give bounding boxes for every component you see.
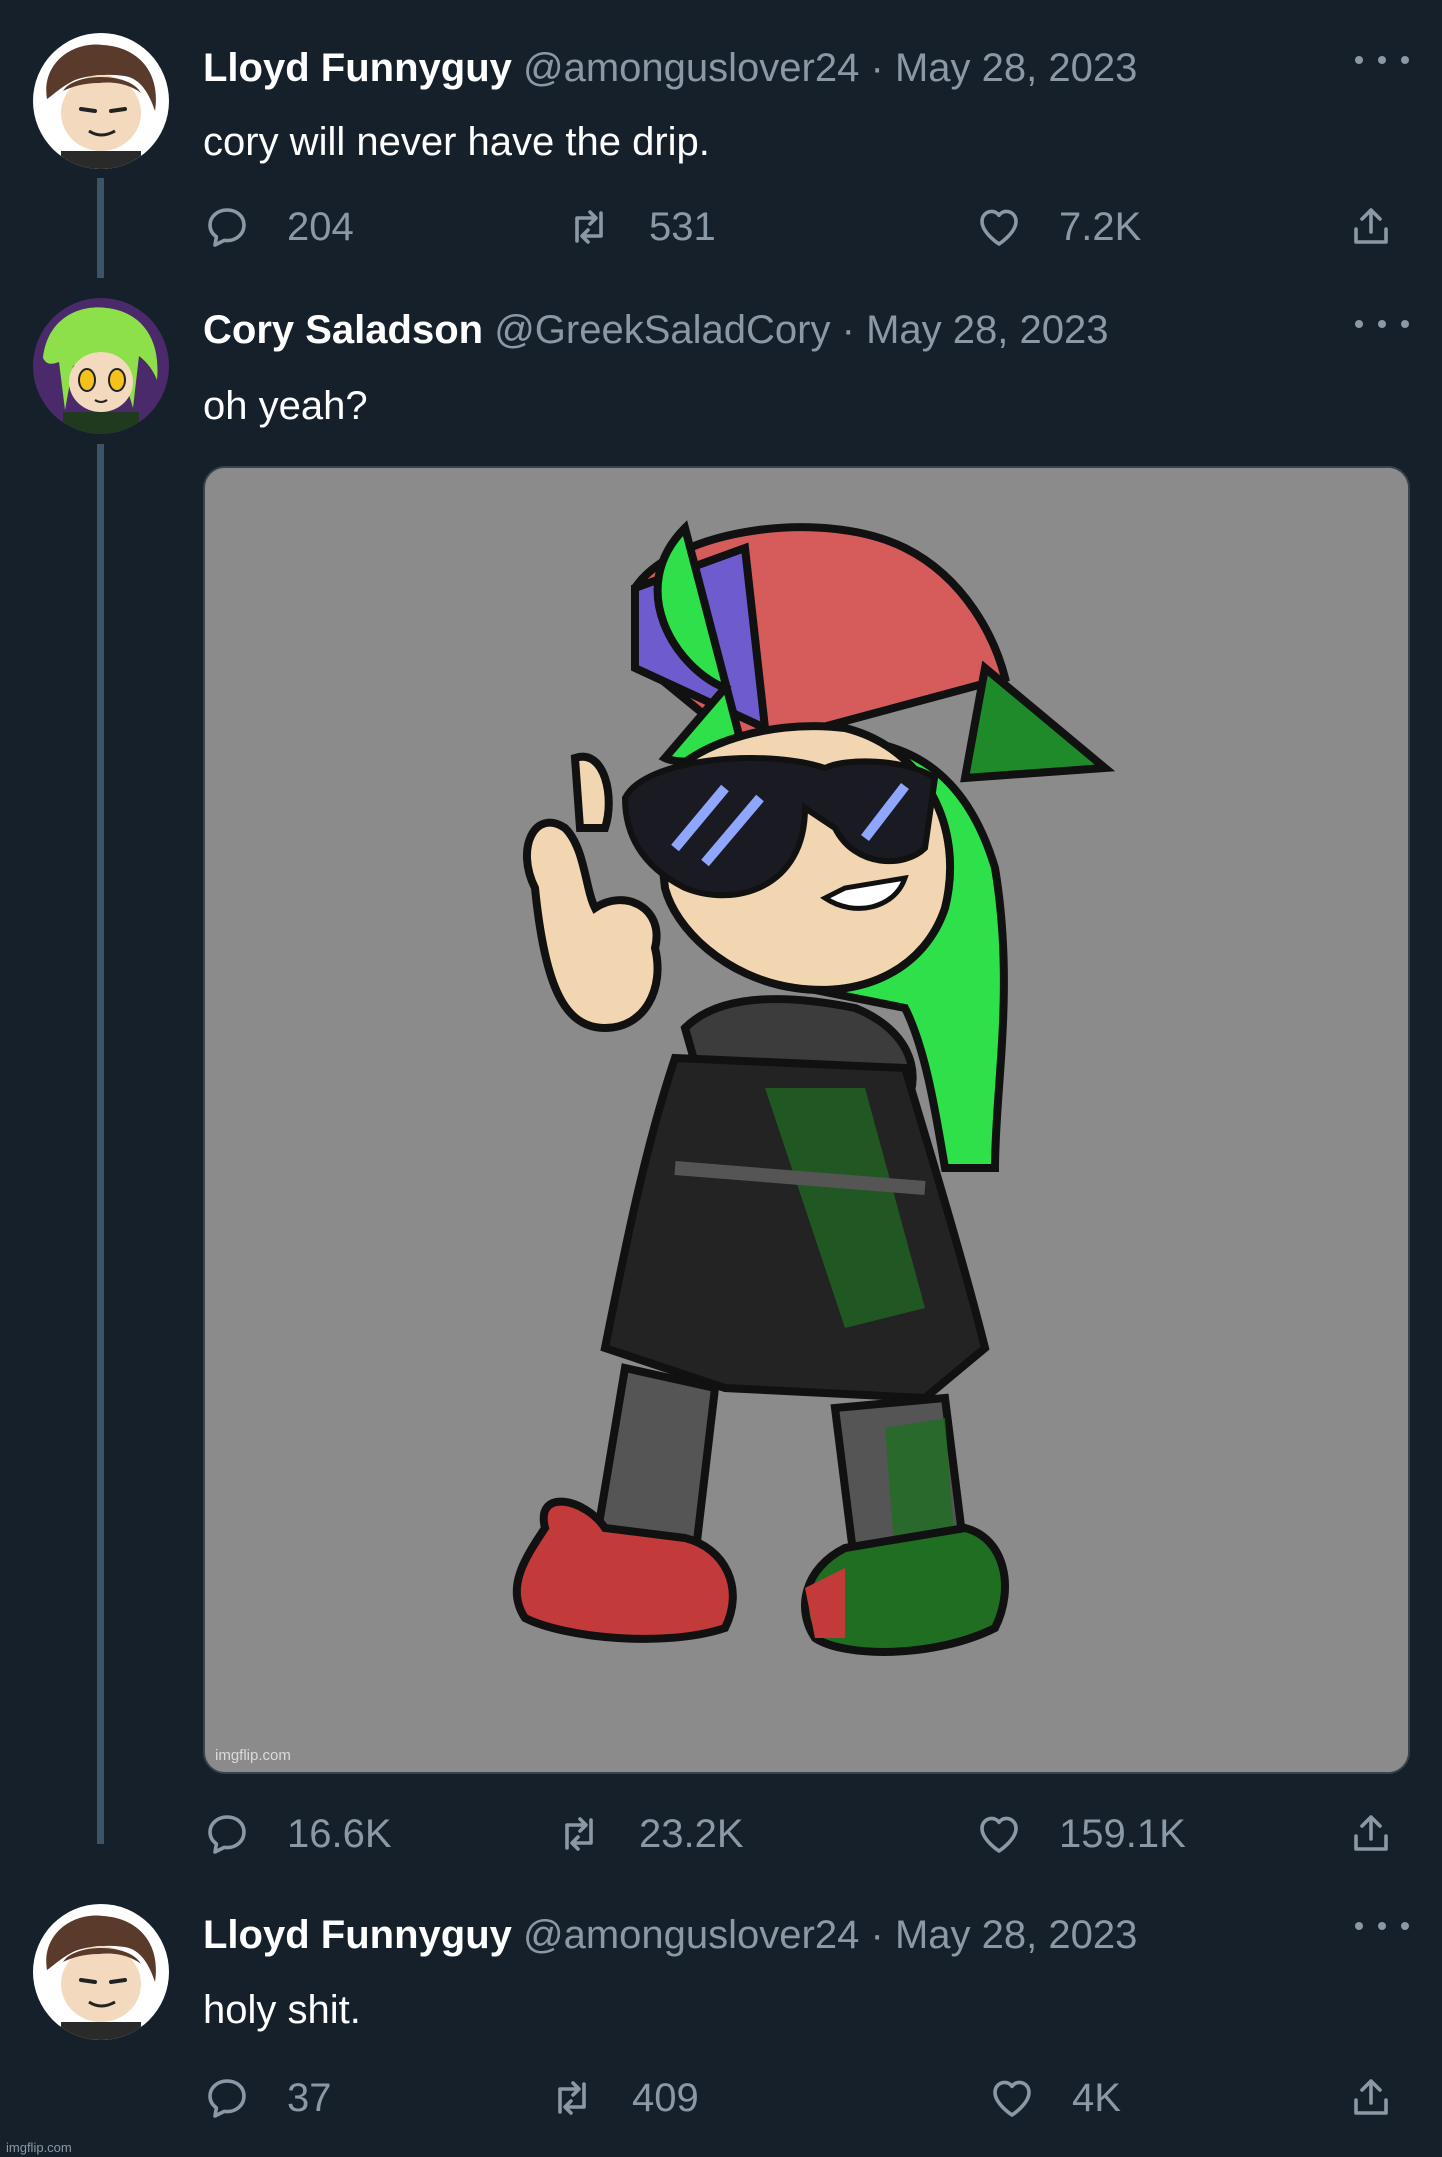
tweet-text: oh yeah?: [203, 384, 368, 428]
author-name[interactable]: Lloyd Funnyguy: [203, 46, 512, 90]
author-handle[interactable]: @amonguslover24: [523, 46, 859, 90]
image-watermark: imgflip.com: [215, 1747, 291, 1764]
reply-icon: [208, 1815, 246, 1854]
author-handle[interactable]: @GreekSaladCory: [494, 308, 830, 352]
like-button[interactable]: 159.1K: [975, 1804, 1186, 1864]
retweet-count: 409: [632, 2075, 699, 2120]
retweet-button[interactable]: 409: [548, 2068, 699, 2128]
thread-line: [97, 444, 104, 1844]
retweet-count: 531: [649, 204, 716, 249]
tweet-date[interactable]: May 28, 2023: [866, 308, 1108, 352]
reply-button[interactable]: 16.6K: [203, 1804, 392, 1864]
share-icon: [1354, 1815, 1388, 1851]
like-count: 4K: [1072, 2075, 1121, 2120]
retweet-icon: [565, 1817, 593, 1851]
reply-count: 37: [287, 2075, 332, 2120]
tweet-2[interactable]: Cory Saladson @GreekSaladCory · May 28, …: [0, 278, 1442, 1878]
avatar[interactable]: [33, 33, 169, 169]
tweet-image[interactable]: imgflip.com: [203, 466, 1410, 1774]
reply-icon: [208, 2079, 246, 2118]
like-button[interactable]: 7.2K: [975, 197, 1141, 257]
retweet-icon: [558, 2081, 586, 2115]
avatar[interactable]: [33, 298, 169, 434]
character-illustration: [205, 468, 1408, 1772]
share-button[interactable]: [1347, 2068, 1431, 2128]
tweet-1[interactable]: Lloyd Funnyguy @amonguslover24 · May 28,…: [0, 0, 1442, 278]
tweet-3[interactable]: Lloyd Funnyguy @amonguslover24 · May 28,…: [0, 1878, 1442, 2157]
reply-button[interactable]: 37: [203, 2068, 332, 2128]
tweet-text: cory will never have the drip.: [203, 120, 710, 164]
like-icon: [993, 2080, 1031, 2117]
like-button[interactable]: 4K: [988, 2068, 1121, 2128]
like-count: 159.1K: [1059, 1811, 1186, 1856]
separator: ·: [870, 46, 884, 90]
retweet-button[interactable]: 531: [565, 197, 716, 257]
separator: ·: [870, 1913, 884, 1957]
like-count: 7.2K: [1059, 204, 1142, 249]
footer-watermark: imgflip.com: [6, 2140, 72, 2155]
like-icon: [980, 1816, 1018, 1853]
share-icon: [1354, 208, 1388, 244]
more-icon[interactable]: [1355, 1911, 1409, 1941]
reply-button[interactable]: 204: [203, 197, 354, 257]
more-icon[interactable]: [1355, 309, 1409, 339]
separator: ·: [841, 308, 855, 352]
like-icon: [980, 209, 1018, 246]
author-name[interactable]: Cory Saladson: [203, 308, 483, 352]
share-button[interactable]: [1347, 1804, 1431, 1864]
retweet-count: 23.2K: [639, 1811, 744, 1856]
reply-count: 16.6K: [287, 1811, 392, 1856]
avatar[interactable]: [33, 1904, 169, 2040]
retweet-icon: [575, 210, 603, 244]
share-button[interactable]: [1347, 197, 1431, 257]
tweet-date[interactable]: May 28, 2023: [895, 46, 1137, 90]
more-icon[interactable]: [1355, 45, 1409, 75]
author-name[interactable]: Lloyd Funnyguy: [203, 1913, 512, 1957]
reply-count: 204: [287, 204, 354, 249]
share-icon: [1354, 2079, 1388, 2115]
author-handle[interactable]: @amonguslover24: [523, 1913, 859, 1957]
reply-icon: [208, 208, 246, 247]
tweet-text: holy shit.: [203, 1988, 361, 2032]
retweet-button[interactable]: 23.2K: [555, 1804, 744, 1864]
tweet-date[interactable]: May 28, 2023: [895, 1913, 1137, 1957]
